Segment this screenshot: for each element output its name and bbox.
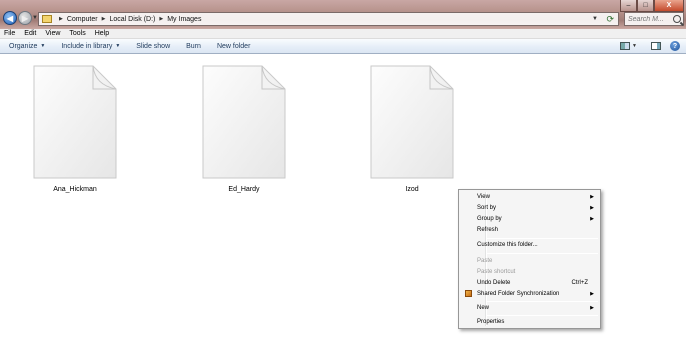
- maximize-button[interactable]: □: [637, 0, 654, 12]
- file-item[interactable]: Izod: [367, 65, 457, 195]
- close-button[interactable]: X: [654, 0, 684, 12]
- menu-item-label: Paste shortcut: [477, 269, 516, 275]
- submenu-arrow-icon: ▶: [590, 205, 594, 211]
- command-bar-right: ▼ ?: [620, 41, 680, 51]
- menu-item-customize-folder[interactable]: Customize this folder...: [477, 240, 598, 250]
- minimize-button[interactable]: –: [620, 0, 637, 12]
- search-box[interactable]: [624, 12, 684, 26]
- search-icon[interactable]: [673, 15, 681, 23]
- address-dropdown-icon[interactable]: ▼: [592, 16, 598, 22]
- blank-file-icon: [370, 65, 454, 179]
- menu-file[interactable]: File: [4, 30, 15, 37]
- menu-item-label: Customize this folder...: [477, 242, 538, 248]
- menu-item-label: Paste: [477, 258, 493, 264]
- submenu-arrow-icon: ▶: [590, 216, 594, 222]
- arrow-left-icon: ◀: [6, 13, 14, 23]
- menu-separator: [487, 238, 598, 239]
- menu-separator: [487, 301, 598, 302]
- menu-item-paste-shortcut: Paste shortcut: [477, 267, 598, 277]
- include-in-library-button[interactable]: Include in library ▼: [61, 43, 120, 50]
- forward-button[interactable]: ▶: [18, 11, 32, 25]
- change-view-icon[interactable]: [620, 42, 631, 50]
- menu-item-label: Shared Folder Synchronization: [477, 291, 560, 297]
- file-name: Izod: [405, 186, 419, 193]
- search-input[interactable]: [628, 15, 672, 23]
- command-bar: Organize ▼ Include in library ▼ Slide sh…: [0, 39, 686, 54]
- refresh-icon[interactable]: ⟳: [606, 14, 614, 25]
- preview-pane-icon[interactable]: [651, 42, 661, 50]
- menu-view[interactable]: View: [45, 30, 60, 37]
- context-menu: View ▶ Sort by ▶ Group by ▶ Refresh Cust…: [458, 189, 601, 329]
- organize-label: Organize: [9, 42, 38, 50]
- menu-tools[interactable]: Tools: [69, 30, 85, 37]
- menu-edit[interactable]: Edit: [24, 30, 36, 37]
- view-options-dropdown[interactable]: ▼: [632, 43, 637, 49]
- menu-item-label: New: [477, 305, 490, 311]
- menu-separator: [487, 315, 598, 316]
- menu-item-label: Undo Delete: [477, 280, 511, 286]
- breadcrumb-computer[interactable]: Computer: [67, 16, 98, 23]
- file-item[interactable]: Ed_Hardy: [199, 65, 289, 195]
- breadcrumb-separator-icon[interactable]: ▶: [102, 16, 106, 22]
- submenu-arrow-icon: ▶: [590, 291, 594, 297]
- window-controls: – □ X: [620, 0, 684, 12]
- menu-item-properties[interactable]: Properties: [477, 317, 598, 327]
- organize-button[interactable]: Organize ▼: [9, 43, 45, 50]
- help-icon[interactable]: ?: [670, 41, 680, 51]
- folder-icon: [42, 15, 52, 23]
- breadcrumb-separator-icon[interactable]: ▶: [159, 16, 163, 22]
- menu-help[interactable]: Help: [95, 30, 109, 37]
- menu-item-sort-by[interactable]: Sort by ▶: [477, 203, 598, 213]
- chevron-down-icon: ▼: [115, 43, 121, 49]
- blank-file-icon: [202, 65, 286, 179]
- menu-item-group-by[interactable]: Group by ▶: [477, 214, 598, 224]
- address-bar[interactable]: ▶ Computer ▶ Local Disk (D:) ▶ My Images…: [38, 12, 619, 26]
- sync-icon: [465, 290, 472, 297]
- menu-bar: File Edit View Tools Help: [0, 29, 686, 39]
- breadcrumb-separator-icon[interactable]: ▶: [59, 16, 63, 22]
- breadcrumb-local-disk[interactable]: Local Disk (D:): [109, 16, 155, 23]
- chevron-down-icon: ▼: [40, 43, 46, 49]
- include-in-library-label: Include in library: [61, 42, 113, 50]
- back-button[interactable]: ◀: [3, 11, 17, 25]
- slide-show-button[interactable]: Slide show: [136, 43, 170, 50]
- menu-item-undo-delete[interactable]: Undo Delete Ctrl+Z: [477, 278, 598, 288]
- file-item[interactable]: Ana_Hickman: [30, 65, 120, 195]
- menu-item-paste: Paste: [477, 256, 598, 266]
- new-folder-button[interactable]: New folder: [217, 43, 250, 50]
- file-name: Ed_Hardy: [228, 186, 260, 193]
- submenu-arrow-icon: ▶: [590, 194, 594, 200]
- shortcut-text: Ctrl+Z: [571, 280, 589, 286]
- menu-item-label: Refresh: [477, 227, 499, 233]
- menu-separator: [487, 253, 598, 254]
- file-name: Ana_Hickman: [53, 186, 97, 193]
- menu-item-view[interactable]: View ▶: [477, 192, 598, 202]
- menu-item-refresh[interactable]: Refresh: [477, 225, 598, 235]
- breadcrumb-my-images[interactable]: My Images: [167, 16, 201, 23]
- menu-item-shared-folder-sync[interactable]: Shared Folder Synchronization ▶: [465, 289, 598, 299]
- menu-item-label: View: [477, 194, 490, 200]
- blank-file-icon: [33, 65, 117, 179]
- menu-item-label: Properties: [477, 319, 505, 325]
- burn-button[interactable]: Burn: [186, 43, 201, 50]
- submenu-arrow-icon: ▶: [590, 305, 594, 311]
- menu-item-label: Sort by: [477, 205, 497, 211]
- arrow-right-icon: ▶: [21, 13, 29, 23]
- menu-item-label: Group by: [477, 216, 502, 222]
- menu-item-new[interactable]: New ▶: [477, 303, 598, 313]
